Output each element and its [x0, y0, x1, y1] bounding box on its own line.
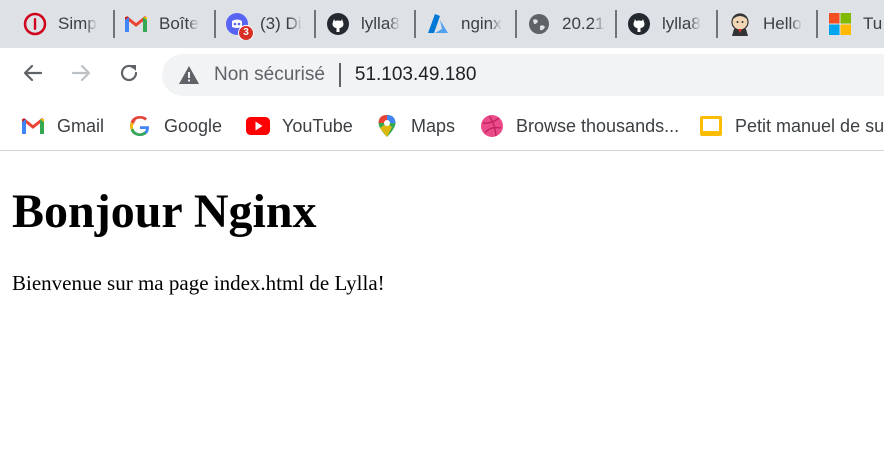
opera-red-icon [23, 12, 47, 36]
dribbble-icon [480, 114, 504, 138]
page-paragraph: Bienvenue sur ma page index.html de Lyll… [12, 271, 385, 295]
bookmark-label: YouTube [282, 115, 353, 136]
tab-title: lylla8 [361, 13, 400, 33]
forward-button[interactable] [66, 60, 96, 90]
bookmark-dribbble[interactable]: Browse thousands... [480, 111, 679, 141]
tab-title: (3) Di [260, 13, 302, 33]
bookmark-youtube[interactable]: YouTube [246, 111, 353, 141]
tab-separator [314, 10, 316, 38]
tab-azure[interactable]: nginx [426, 7, 504, 40]
reload-icon [117, 61, 141, 90]
tab-simp[interactable]: Simp [23, 7, 101, 40]
tab-separator [414, 10, 416, 38]
tab-separator [816, 10, 818, 38]
tab-separator [716, 10, 718, 38]
tab-title: Tu [863, 13, 883, 33]
tab-separator [214, 10, 216, 38]
bookmark-label: Petit manuel de sur [735, 115, 884, 136]
omnibox-divider [338, 63, 341, 87]
jenkins-icon [728, 12, 752, 36]
bookmark-petit-manuel[interactable]: Petit manuel de sur [699, 111, 884, 141]
tab-microsoft[interactable]: Tu [828, 7, 884, 40]
notification-badge: 3 [238, 24, 254, 40]
tab-discord[interactable]: 3 (3) Di [225, 7, 305, 40]
microsoft-icon [828, 12, 852, 36]
tab-title: nginx [461, 13, 502, 33]
youtube-icon [246, 114, 270, 138]
tab-strip: Simp Boîte 3 (3) Di lylla8 nginx 20.21 l… [0, 0, 884, 48]
tab-separator [113, 10, 115, 38]
arrow-left-icon [21, 61, 45, 90]
azure-icon [426, 12, 450, 36]
maps-pin-icon [375, 114, 399, 138]
bookmark-label: Gmail [57, 115, 105, 136]
bookmark-maps[interactable]: Maps [375, 111, 455, 141]
tab-title: lylla8 [662, 13, 701, 33]
reload-button[interactable] [114, 60, 144, 90]
tab-github-2[interactable]: lylla8 [627, 7, 705, 40]
tab-title: Simp [58, 13, 97, 33]
gmail-icon [124, 12, 148, 36]
bookmark-gmail[interactable]: Gmail [21, 111, 104, 141]
github-icon [326, 12, 350, 36]
bookmark-label: Google [164, 115, 223, 136]
bookmark-label: Maps [411, 115, 456, 136]
tab-title: 20.21 [562, 13, 605, 33]
github-icon [627, 12, 651, 36]
google-icon [128, 114, 152, 138]
toolbar: Non sécurisé 51.103.49.180 [0, 48, 884, 103]
globe-icon [527, 12, 551, 36]
bookmark-google[interactable]: Google [128, 111, 222, 141]
tab-ip[interactable]: 20.21 [527, 7, 605, 40]
security-indicator[interactable]: Non sécurisé [214, 64, 325, 86]
bookmark-label: Browse thousands... [516, 115, 680, 136]
page-title: Bonjour Nginx [12, 185, 317, 238]
back-button[interactable] [18, 60, 48, 90]
gmail-icon [21, 114, 45, 138]
bookmarks-bar: Gmail Google YouTube Maps Browse thousan… [0, 103, 884, 151]
tab-title: Boîte [159, 13, 199, 33]
tab-separator [515, 10, 517, 38]
url-text[interactable]: 51.103.49.180 [355, 64, 477, 86]
address-bar[interactable]: Non sécurisé 51.103.49.180 [162, 54, 884, 96]
tab-github-1[interactable]: lylla8 [326, 7, 404, 40]
page-content: Bonjour Nginx Bienvenue sur ma page inde… [0, 151, 884, 467]
tab-jenkins[interactable]: Hello [728, 7, 806, 40]
warning-icon[interactable] [178, 64, 200, 86]
arrow-right-icon [69, 61, 93, 90]
discord-icon: 3 [225, 12, 254, 40]
bookmark-yellow-icon [699, 114, 723, 138]
tab-separator [615, 10, 617, 38]
tab-title: Hello [763, 13, 802, 33]
tab-gmail[interactable]: Boîte [124, 7, 204, 40]
